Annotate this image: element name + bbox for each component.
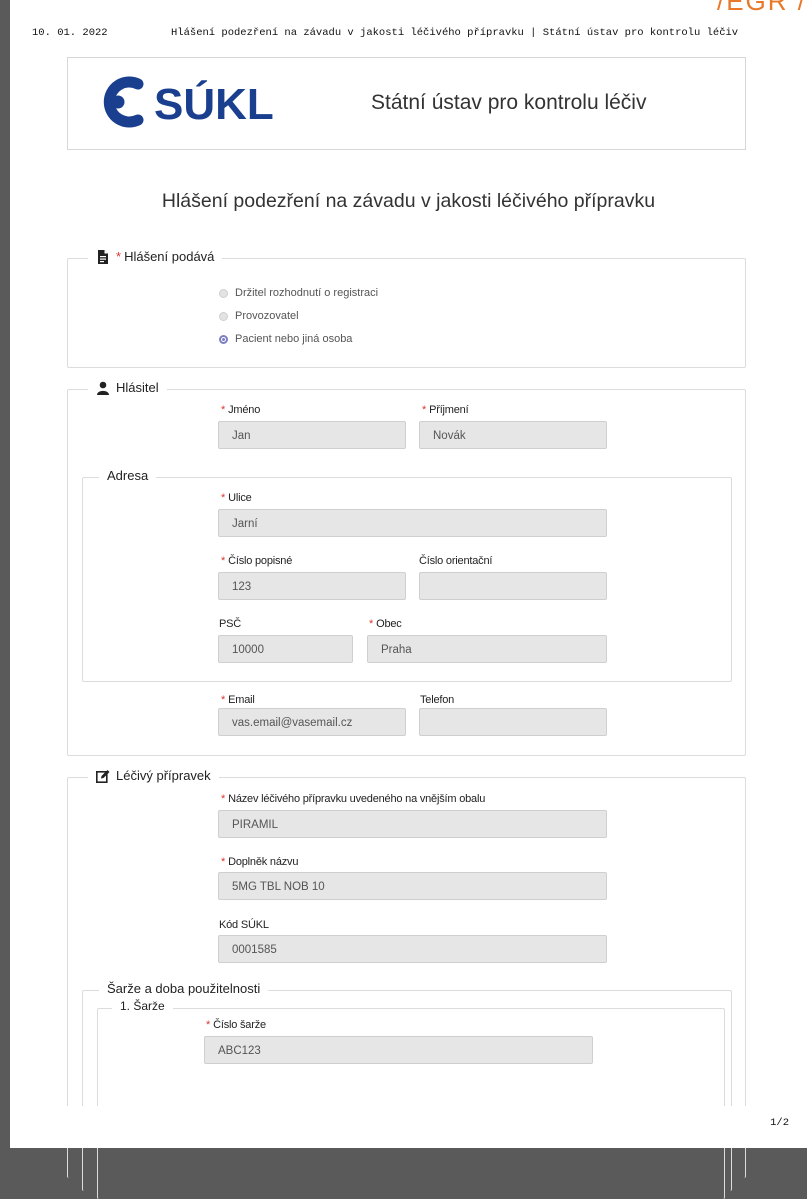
zip-field[interactable]: 10000 xyxy=(218,635,353,663)
print-title: Hlášení podezření na závadu v jakosti lé… xyxy=(171,27,739,39)
batch-number-label: * Číslo šarže xyxy=(206,1019,266,1031)
email-label: * Email xyxy=(221,694,255,706)
radio-button-selected[interactable] xyxy=(219,334,228,344)
house-number-label: * Číslo popisné xyxy=(221,555,293,567)
sukl-code-field[interactable]: 0001585 xyxy=(218,935,607,963)
orientation-number-label: Číslo orientační xyxy=(419,555,493,567)
orientation-number-field[interactable] xyxy=(419,572,607,600)
last-name-label: * Příjmení xyxy=(422,404,469,416)
radio-operator[interactable]: Provozovatel xyxy=(219,310,299,322)
batches-legend-label: Šarže a doba použitelnosti xyxy=(107,981,261,996)
batch-item-legend: 1. Šarže xyxy=(112,999,173,1013)
reporter-legend-label: Hlásitel xyxy=(116,380,159,395)
reporter-section: Hlásitel * Jméno Jan * Příjmení Novák Adre… xyxy=(67,380,746,756)
radio-button[interactable] xyxy=(219,311,228,321)
sukl-logo: SÚKL xyxy=(103,76,274,129)
brand-name: Státní ústav pro kontrolu léčiv xyxy=(371,91,647,114)
address-legend: Adresa xyxy=(99,468,157,483)
reporter-legend: Hlásitel xyxy=(88,380,167,395)
corner-mark: /EGR / xyxy=(716,0,807,16)
phone-field[interactable] xyxy=(419,708,607,736)
phone-label: Telefon xyxy=(420,694,455,706)
first-name-label: * Jméno xyxy=(221,404,261,416)
radio-patient[interactable]: Pacient nebo jiná osoba xyxy=(219,333,352,345)
reporter-type-legend: * Hlášení podává xyxy=(88,249,223,264)
street-label: * Ulice xyxy=(221,492,252,504)
edit-icon xyxy=(96,769,110,783)
radio-label: Držitel rozhodnutí o registraci xyxy=(235,287,379,299)
address-section: Adresa * Ulice Jarní * Číslo popisné 123 Č… xyxy=(82,468,732,682)
batch-item: 1. Šarže * Číslo šarže ABC123 xyxy=(97,999,725,1199)
batch-number-field[interactable]: ABC123 xyxy=(204,1036,593,1064)
product-name-field[interactable]: PIRAMIL xyxy=(218,810,607,838)
sukl-code-label: Kód SÚKL xyxy=(219,919,269,931)
printed-page: /EGR / 10. 01. 2022 Hlášení podezření na… xyxy=(10,0,807,1199)
product-legend: Léčivý přípravek xyxy=(88,768,219,783)
email-field[interactable]: vas.email@vasemail.cz xyxy=(218,708,406,736)
page-bottom-margin xyxy=(10,1106,807,1148)
city-label: * Obec xyxy=(369,618,402,630)
reporter-type-section: * Hlášení podává Držitel rozhodnutí o reg… xyxy=(67,249,746,368)
radio-button[interactable] xyxy=(219,288,228,298)
name-supplement-field[interactable]: 5MG TBL NOB 10 xyxy=(218,872,607,900)
logo-text: SÚKL xyxy=(154,79,274,129)
batch-item-legend-label: 1. Šarže xyxy=(120,999,165,1013)
last-name-field[interactable]: Novák xyxy=(419,421,607,449)
page-title: Hlášení podezření na závadu v jakosti lé… xyxy=(161,190,656,212)
street-field[interactable]: Jarní xyxy=(218,509,607,537)
print-date: 10. 01. 2022 xyxy=(32,27,108,39)
document-icon xyxy=(98,249,108,264)
zip-label: PSČ xyxy=(219,618,242,630)
product-legend-label: Léčivý přípravek xyxy=(116,768,211,783)
radio-label: Provozovatel xyxy=(235,310,299,322)
batches-legend: Šarže a doba použitelnosti xyxy=(99,981,269,996)
brand-header: SÚKL Státní ústav pro kontrolu léčiv xyxy=(67,57,746,150)
name-supplement-label: * Doplněk názvu xyxy=(221,856,299,868)
radio-holder[interactable]: Držitel rozhodnutí o registraci xyxy=(219,287,378,299)
first-name-field[interactable]: Jan xyxy=(218,421,406,449)
house-number-field[interactable]: 123 xyxy=(218,572,406,600)
reporter-type-legend-label: Hlášení podává xyxy=(124,249,215,264)
page-number: 1/2 xyxy=(770,1117,789,1129)
address-legend-label: Adresa xyxy=(107,468,149,483)
product-name-label: * Název léčivého přípravku uvedeného na v… xyxy=(221,793,486,805)
user-icon xyxy=(97,381,109,395)
city-field[interactable]: Praha xyxy=(367,635,607,663)
radio-label: Pacient nebo jiná osoba xyxy=(235,333,353,345)
batches-section: Šarže a doba použitelnosti 1. Šarže * Čís… xyxy=(82,981,732,1199)
